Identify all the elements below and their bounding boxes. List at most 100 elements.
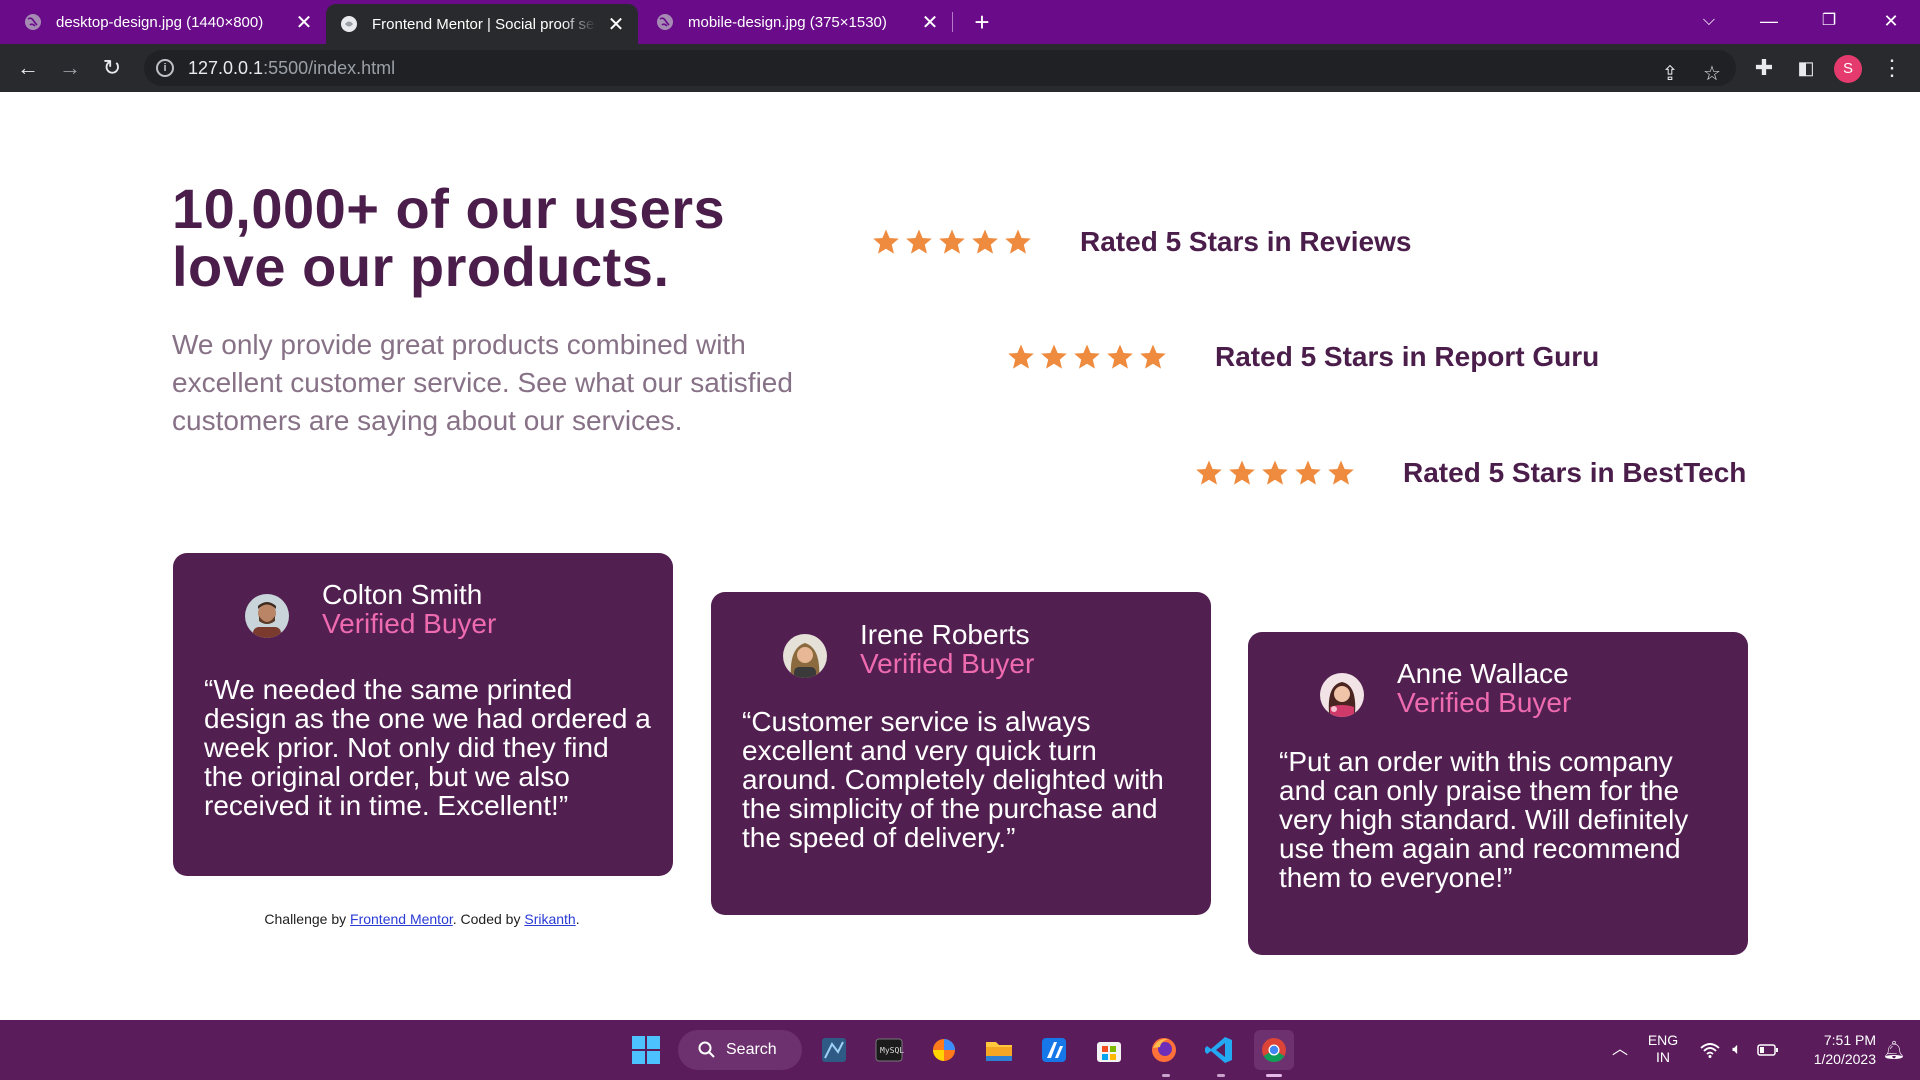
- share-icon[interactable]: ⇪: [1654, 58, 1686, 90]
- star-icon: [1229, 460, 1255, 485]
- page-title: 10,000+ of our users love our products.: [172, 177, 726, 298]
- star-rating: [1007, 343, 1167, 371]
- star-rating: [1195, 459, 1355, 487]
- star-icon: [1262, 460, 1288, 485]
- running-indicator: [1217, 1074, 1225, 1077]
- clock[interactable]: 7:51 PM 1/20/2023: [1792, 1020, 1876, 1080]
- profile-avatar[interactable]: S: [1834, 55, 1862, 83]
- tab-mobile-design[interactable]: mobile-design.jpg (375×1530) ✕: [638, 0, 952, 44]
- rating-besttech: Rated 5 Stars in BestTech: [1195, 445, 1795, 501]
- testimonial-card-anne: Anne Wallace Verified Buyer “Put an orde…: [1248, 632, 1748, 955]
- close-icon[interactable]: ✕: [606, 12, 626, 37]
- running-indicator: [1162, 1074, 1170, 1077]
- reviewer-name: Anne Wallace: [1397, 658, 1569, 689]
- azure-studio-icon[interactable]: [1034, 1030, 1074, 1070]
- rating-report-guru: Rated 5 Stars in Report Guru: [1007, 329, 1607, 385]
- star-icon: [1295, 460, 1321, 485]
- rating-label: Rated 5 Stars in BestTech: [1403, 457, 1747, 488]
- browser-tab-strip: desktop-design.jpg (1440×800) ✕ Frontend…: [0, 0, 1920, 44]
- mysql-workbench-icon[interactable]: [814, 1030, 854, 1070]
- star-icon: [1041, 344, 1067, 369]
- url-text[interactable]: 127.0.0.1:5500/index.html: [188, 58, 395, 79]
- star-icon: [873, 229, 899, 254]
- notifications-icon[interactable]: 🔔︎: [1878, 1020, 1910, 1080]
- reviewer-role: Verified Buyer: [860, 648, 1035, 679]
- file-explorer-icon[interactable]: [979, 1030, 1019, 1070]
- star-icon: [1005, 229, 1031, 254]
- microsoft-store-icon[interactable]: [1089, 1030, 1129, 1070]
- address-bar[interactable]: i 127.0.0.1:5500/index.html ⇪ ☆: [144, 50, 1736, 86]
- frontend-mentor-link[interactable]: Frontend Mentor: [350, 911, 453, 927]
- page-description: We only provide great products combined …: [172, 329, 793, 436]
- vscode-icon[interactable]: [1199, 1030, 1239, 1070]
- tab-search-chevron-icon[interactable]: ⌵: [1680, 0, 1738, 44]
- search-icon: [698, 1041, 715, 1058]
- globe-icon: [25, 14, 41, 30]
- new-tab-button[interactable]: +: [966, 6, 998, 38]
- attribution-prefix: Challenge by: [264, 911, 351, 927]
- reviewer-name: Irene Roberts: [860, 619, 1030, 650]
- reload-button[interactable]: ↻: [96, 52, 128, 84]
- menu-kebab-icon[interactable]: ⋮: [1876, 52, 1908, 84]
- attribution: Challenge by Frontend Mentor. Coded by S…: [172, 911, 672, 927]
- restore-button[interactable]: ❐: [1800, 0, 1858, 44]
- extensions-puzzle-icon[interactable]: ✚: [1748, 52, 1780, 84]
- star-icon: [939, 229, 965, 254]
- terminal-icon[interactable]: MySQL: [869, 1030, 909, 1070]
- rating-label: Rated 5 Stars in Reviews: [1080, 226, 1412, 257]
- search-label: Search: [726, 1041, 777, 1058]
- clock-date: 1/20/2023: [1813, 1051, 1876, 1067]
- volume-icon[interactable]: 🔈︎: [1724, 1020, 1750, 1080]
- star-icon: [1074, 344, 1100, 369]
- close-icon[interactable]: ✕: [920, 10, 940, 35]
- testimonial-quote: “We needed the same printed design as th…: [204, 674, 651, 821]
- site-info-icon[interactable]: i: [156, 59, 174, 77]
- reviewer-role: Verified Buyer: [322, 608, 497, 639]
- tab-divider: [952, 12, 953, 32]
- svg-text:MySQL: MySQL: [880, 1046, 904, 1055]
- close-window-button[interactable]: ✕: [1862, 0, 1920, 44]
- star-icon: [1328, 460, 1354, 485]
- wifi-icon[interactable]: [1696, 1020, 1724, 1080]
- chrome-icon[interactable]: [1254, 1030, 1294, 1070]
- taskbar-search[interactable]: Search: [678, 1030, 802, 1070]
- avatar: [245, 594, 289, 638]
- star-icon: [1008, 344, 1034, 369]
- star-icon: [1140, 344, 1166, 369]
- tab-title: mobile-design.jpg (375×1530): [688, 13, 887, 31]
- language-indicator[interactable]: ENG IN: [1640, 1020, 1686, 1080]
- avatar: [1320, 673, 1364, 717]
- chevron-up-icon[interactable]: ︿: [1606, 1020, 1634, 1080]
- url-path: :5500/index.html: [263, 58, 396, 78]
- avatar: [783, 634, 827, 678]
- testimonial-quote: “Customer service is always excellent an…: [742, 706, 1164, 853]
- back-button[interactable]: ←: [12, 52, 44, 84]
- url-host: 127.0.0.1: [188, 58, 264, 78]
- globe-icon: [657, 14, 673, 30]
- start-button[interactable]: [626, 1030, 666, 1070]
- tab-frontend-mentor[interactable]: Frontend Mentor | Social proof section ✕: [326, 4, 638, 44]
- author-link[interactable]: Srikanth: [524, 911, 575, 927]
- tab-desktop-design[interactable]: desktop-design.jpg (1440×800) ✕: [0, 0, 326, 44]
- reviewer-role: Verified Buyer: [1397, 687, 1572, 718]
- active-indicator: [1266, 1074, 1282, 1077]
- star-icon: [972, 229, 998, 254]
- testimonial-quote: “Put an order with this company and can …: [1279, 746, 1689, 893]
- clock-time: 7:51 PM: [1823, 1032, 1876, 1048]
- battery-icon[interactable]: [1754, 1020, 1782, 1080]
- language-code: ENG: [1647, 1032, 1679, 1048]
- star-icon: [906, 229, 932, 254]
- firefox-icon[interactable]: [1144, 1030, 1184, 1070]
- side-panel-icon[interactable]: ◧: [1790, 52, 1822, 84]
- rating-reviews: Rated 5 Stars in Reviews: [872, 214, 1472, 270]
- browser-toolbar: ← → ↻ i 127.0.0.1:5500/index.html ⇪ ☆ ✚ …: [0, 44, 1920, 92]
- tab-title: desktop-design.jpg (1440×800): [56, 13, 264, 31]
- close-icon[interactable]: ✕: [294, 10, 314, 35]
- forward-button[interactable]: →: [54, 52, 86, 84]
- bookmark-star-icon[interactable]: ☆: [1696, 58, 1728, 90]
- minimize-button[interactable]: —: [1740, 0, 1798, 44]
- attribution-middle: . Coded by: [452, 911, 525, 927]
- colorful-app-icon[interactable]: [924, 1030, 964, 1070]
- page-viewport: 10,000+ of our users love our products. …: [0, 92, 1920, 1020]
- testimonial-card-colton: Colton Smith Verified Buyer “We needed t…: [173, 553, 673, 876]
